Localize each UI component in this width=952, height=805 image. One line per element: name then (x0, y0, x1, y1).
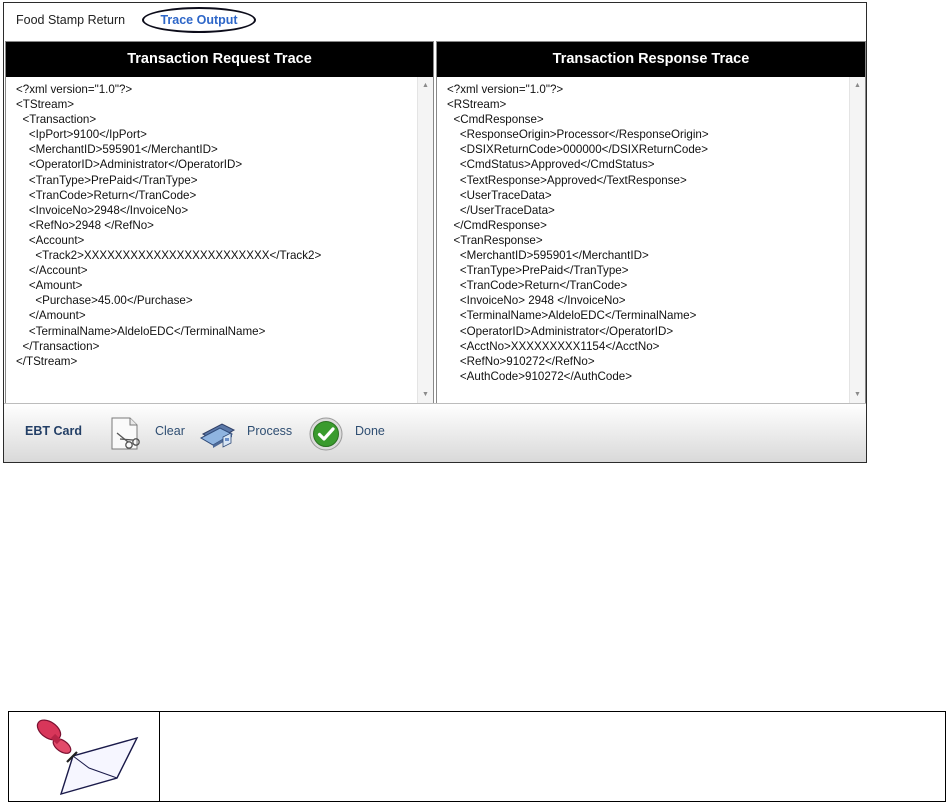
scroll-down-arrow-icon[interactable]: ▼ (418, 388, 433, 402)
trace-line: </UserTraceData> (447, 203, 555, 217)
clear-button[interactable]: Clear (155, 424, 185, 438)
response-trace-text: <?xml version="1.0"?> <RStream> <CmdRespo… (447, 82, 847, 404)
trace-line: <TStream> (16, 98, 74, 112)
trace-line: <OperatorID>Administrator</OperatorID> (447, 324, 674, 338)
trace-line: <TranType>PrePaid</TranType> (16, 173, 198, 187)
ebt-card-button[interactable]: EBT Card (25, 424, 82, 438)
clear-scissors-icon[interactable] (108, 416, 142, 452)
trace-line: <TranResponse> (447, 233, 543, 247)
request-trace-title: Transaction Request Trace (6, 42, 433, 77)
done-checkmark-icon[interactable] (309, 417, 343, 451)
scroll-up-arrow-icon[interactable]: ▲ (418, 79, 433, 93)
trace-line: <TranCode>Return</TranCode> (16, 188, 197, 202)
trace-line: <RefNo>910272</RefNo> (447, 354, 595, 368)
trace-line: <RStream> (447, 98, 507, 112)
tab-food-stamp-return[interactable]: Food Stamp Return (16, 13, 125, 27)
request-trace-panel: Transaction Request Trace <?xml version=… (5, 41, 434, 405)
response-trace-panel: Transaction Response Trace <?xml version… (436, 41, 866, 405)
trace-line: <TerminalName>AldeloEDC</TerminalName> (16, 324, 266, 338)
trace-line: <CmdStatus>Approved</CmdStatus> (447, 158, 655, 172)
trace-line: </Amount> (16, 309, 86, 323)
trace-line: <?xml version="1.0"?> (447, 83, 564, 96)
pushpin-note-icon (36, 719, 139, 796)
process-card-icon[interactable] (198, 418, 238, 450)
tab-bar: Food Stamp Return Trace Output (4, 3, 866, 39)
bottom-toolbar: EBT Card Clear Process Done (4, 403, 866, 462)
trace-line: <AcctNo>XXXXXXXXX1154</AcctNo> (447, 339, 660, 353)
trace-line: <MerchantID>595901</MerchantID> (447, 249, 649, 263)
response-scrollbar[interactable]: ▲ ▼ (849, 77, 865, 404)
trace-line: </TStream> (16, 354, 78, 368)
trace-line: <Track2>XXXXXXXXXXXXXXXXXXXXXXXX</Track2… (16, 249, 322, 263)
trace-window: Food Stamp Return Trace Output Transacti… (3, 2, 867, 463)
scroll-up-arrow-icon[interactable]: ▲ (850, 79, 865, 93)
note-divider (159, 712, 160, 801)
trace-line: <Amount> (16, 279, 83, 293)
trace-line: <MerchantID>595901</MerchantID> (16, 143, 218, 157)
process-button[interactable]: Process (247, 424, 292, 438)
request-scrollbar[interactable]: ▲ ▼ (417, 77, 433, 404)
trace-line: <Account> (16, 233, 85, 247)
response-trace-body[interactable]: <?xml version="1.0"?> <RStream> <CmdRespo… (437, 77, 865, 404)
scroll-down-arrow-icon[interactable]: ▼ (850, 388, 865, 402)
trace-line: <CmdResponse> (447, 113, 544, 127)
trace-line: </CmdResponse> (447, 218, 547, 232)
trace-line: <RefNo>2948 </RefNo> (16, 218, 154, 232)
request-trace-text: <?xml version="1.0"?> <TStream> <Transact… (16, 82, 415, 404)
trace-line: <InvoiceNo>2948</InvoiceNo> (16, 203, 189, 217)
request-trace-body[interactable]: <?xml version="1.0"?> <TStream> <Transact… (6, 77, 433, 404)
trace-line: <ResponseOrigin>Processor</ResponseOrigi… (447, 128, 709, 142)
trace-line: </Account> (16, 264, 88, 278)
trace-line: <?xml version="1.0"?> (16, 83, 133, 96)
trace-line: <InvoiceNo> 2948 </InvoiceNo> (447, 294, 626, 308)
trace-line: <TextResponse>Approved</TextResponse> (447, 173, 687, 187)
trace-line: <AuthCode>910272</AuthCode> (447, 369, 633, 383)
tab-trace-output[interactable]: Trace Output (142, 7, 256, 33)
trace-line: <UserTraceData> (447, 188, 552, 202)
note-box (8, 711, 946, 802)
trace-line: <DSIXReturnCode>000000</DSIXReturnCode> (447, 143, 709, 157)
trace-line: <Transaction> (16, 113, 97, 127)
trace-line: <TerminalName>AldeloEDC</TerminalName> (447, 309, 697, 323)
trace-line: <TranType>PrePaid</TranType> (447, 264, 629, 278)
trace-line: </Transaction> (16, 339, 100, 353)
trace-line: <Purchase>45.00</Purchase> (16, 294, 193, 308)
done-button[interactable]: Done (355, 424, 385, 438)
trace-line: <TranCode>Return</TranCode> (447, 279, 628, 293)
response-trace-title: Transaction Response Trace (437, 42, 865, 77)
trace-line: <OperatorID>Administrator</OperatorID> (16, 158, 243, 172)
trace-line: <IpPort>9100</IpPort> (16, 128, 147, 142)
